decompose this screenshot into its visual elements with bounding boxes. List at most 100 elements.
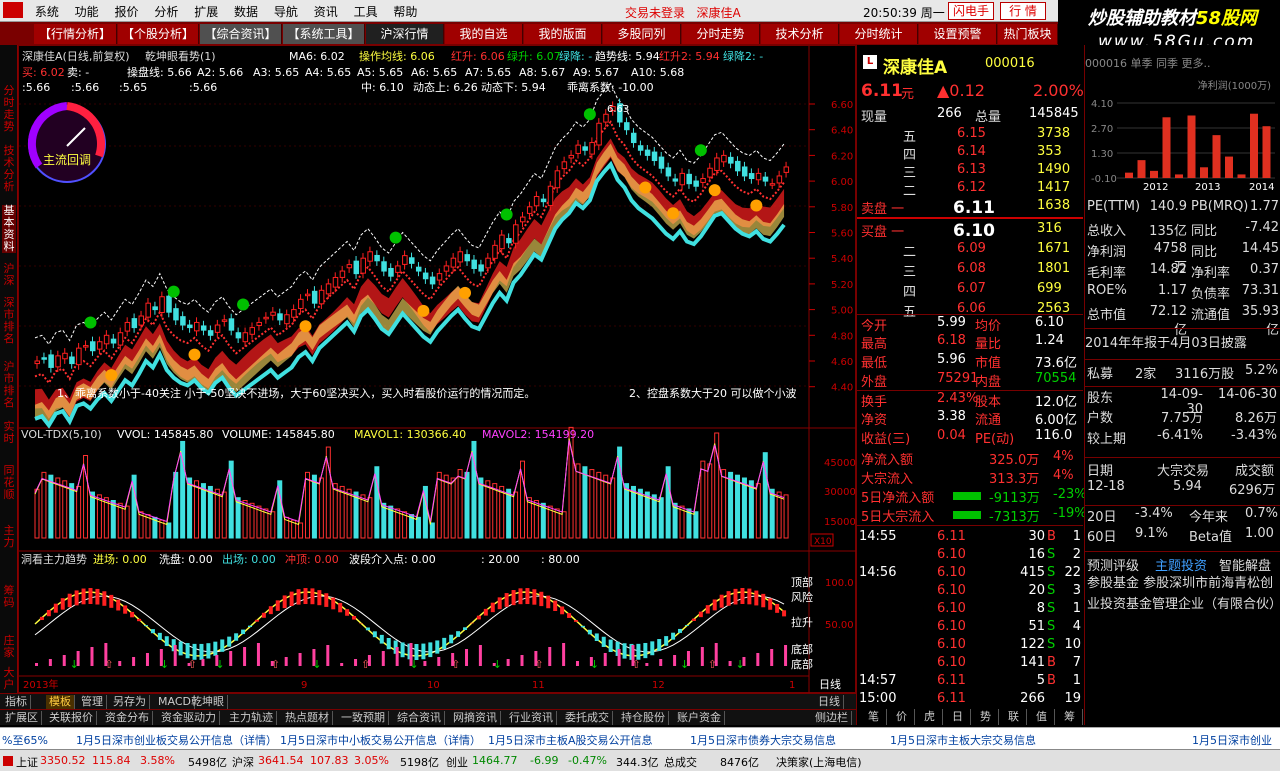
login-status[interactable]: 交易未登录 深康佳A: [625, 4, 741, 21]
ext-tab-0[interactable]: 扩展区: [2, 711, 42, 725]
f10-link-2[interactable]: 智能解盘: [1219, 555, 1271, 574]
nav-sh-rank[interactable]: 沪市排名: [2, 361, 16, 409]
ext-tab-2[interactable]: 资金分布: [102, 711, 153, 725]
nav-sz-rank[interactable]: 深市排名: [2, 297, 16, 345]
tab-intraday-stats[interactable]: 分时统计: [840, 24, 918, 44]
ext-tab-11[interactable]: 持仓股份: [618, 711, 669, 725]
tab-intraday[interactable]: 分时走势: [682, 24, 760, 44]
quote-tab-3[interactable]: 日: [945, 709, 971, 725]
quote-tab-6[interactable]: 值: [1029, 709, 1055, 725]
nav-bigholder[interactable]: 大户: [2, 667, 16, 691]
menu-quote[interactable]: 报价: [109, 0, 145, 20]
f10-header[interactable]: 000016 单季 同季 更多..: [1085, 55, 1280, 73]
nav-chips[interactable]: 筹码: [2, 585, 16, 609]
up-arrow-icon: ⇧: [708, 658, 717, 671]
bid-row-4[interactable]: 四 6.07 699: [857, 281, 1083, 300]
nav-dealer[interactable]: 庄家: [2, 635, 16, 659]
menu-tools[interactable]: 工具: [348, 0, 384, 20]
stat-row: 外盘 75291 内盘 70554: [857, 371, 1083, 390]
menu-extend[interactable]: 扩展: [188, 0, 224, 20]
quote-tab-7[interactable]: 筹: [1057, 709, 1083, 725]
tick-side: B: [1047, 673, 1056, 688]
ask-row-1[interactable]: 卖盘 一 6.11 1638: [857, 198, 1083, 218]
quote-button[interactable]: 行 情: [1000, 2, 1046, 20]
bid-row-3[interactable]: 三 6.08 1801: [857, 261, 1083, 280]
tab-my-watchlist[interactable]: 我的自选: [445, 24, 523, 44]
news-item-3[interactable]: 1月5日深市主板A股交易公开信息: [488, 732, 653, 748]
menu-help[interactable]: 帮助: [387, 0, 423, 20]
f10-link-1[interactable]: 主题投资: [1155, 555, 1207, 574]
quote-tab-5[interactable]: 联: [1001, 709, 1027, 725]
candle-body: [429, 276, 436, 285]
tab-multi-stock[interactable]: 多股同列: [603, 24, 681, 44]
quote-tab-0[interactable]: 笔: [861, 709, 887, 725]
news-item-4[interactable]: 1月5日深市债券大宗交易信息: [690, 732, 836, 748]
news-item-6[interactable]: 1月5日深市创业: [1192, 732, 1272, 748]
candle-body: [506, 238, 512, 244]
chart-title: 深康佳A(日线,前复权): [22, 49, 130, 63]
news-item-2[interactable]: 1月5日深市中小板交易公开信息（详情）: [280, 732, 481, 748]
tab-hs-market[interactable]: 沪深行情: [366, 24, 444, 44]
f10-value: 1.77: [1250, 199, 1279, 214]
nav-technical[interactable]: 技术分析: [2, 145, 16, 193]
nav-basic-info[interactable]: 基本资料: [2, 205, 16, 253]
menu-system[interactable]: 系统: [29, 0, 65, 20]
menu-function[interactable]: 功能: [69, 0, 105, 20]
kline-svg[interactable]: ↓ ↓ ↓ ↓ ↓ ↓ ↓ ↓ ↓⇧ ⇧ ⇧ ⇧ ⇧ ⇧ ⇧ ⇧ 深康佳A(日线,前复权) 乾坤眼看势(1) …: [19, 46, 857, 694]
ind3-bar: [784, 645, 788, 666]
quote-tab-4[interactable]: 势: [973, 709, 999, 725]
ask-row-2[interactable]: 二 6.12 1417: [857, 180, 1083, 199]
nav-main-force[interactable]: 主力: [2, 525, 16, 549]
quote-tab-2[interactable]: 虎: [917, 709, 943, 725]
nav-hs[interactable]: 沪深: [2, 263, 16, 287]
kline-chart-area[interactable]: ↓ ↓ ↓ ↓ ↓ ↓ ↓ ↓ ↓ ⇧ ⇧ ⇧ ⇧ ⇧ ⇧ ⇧ ⇧ 深康佳A(日线,前复权) 乾坤眼看势(1) …: [18, 45, 857, 694]
ext-tab-1[interactable]: 关联报价: [46, 711, 97, 725]
btab-qiankun[interactable]: 乾坤眼: [188, 695, 228, 709]
tab-quote-analysis[interactable]: 【行情分析】: [34, 24, 117, 44]
bid-row-1[interactable]: 买盘 一 6.10 316: [857, 221, 1083, 241]
candle-body: [748, 173, 755, 180]
cycle-label[interactable]: 日线: [819, 677, 841, 691]
tab-my-layout[interactable]: 我的版面: [524, 24, 602, 44]
nav-ths[interactable]: 同花顺: [2, 465, 16, 501]
news-item-0[interactable]: %至65%: [2, 732, 48, 748]
menu-info[interactable]: 资讯: [308, 0, 344, 20]
btab-indicator[interactable]: 指标: [2, 695, 31, 709]
f10-link-0[interactable]: 预测评级: [1087, 555, 1139, 574]
nav-intraday[interactable]: 分时走势: [2, 85, 16, 133]
bid-row-2[interactable]: 二 6.09 1671: [857, 241, 1083, 260]
btab-template[interactable]: 模板: [46, 695, 75, 709]
ext-tab-3[interactable]: 资金驱动力: [158, 711, 220, 725]
tab-stock-analysis[interactable]: 【个股分析】: [118, 24, 199, 44]
menu-data[interactable]: 数据: [228, 0, 264, 20]
btab-manage[interactable]: 管理: [78, 695, 107, 709]
flash-trade-button[interactable]: 闪电手: [948, 2, 994, 20]
tab-system-tools[interactable]: 【系统工具】: [283, 24, 365, 44]
tab-hot-sectors[interactable]: 热门板块: [998, 24, 1058, 44]
ext-tab-5[interactable]: 热点题材: [282, 711, 333, 725]
ext-tab-12[interactable]: 账户资金: [674, 711, 725, 725]
tab-alerts[interactable]: 设置预警: [919, 24, 997, 44]
quote-tab-1[interactable]: 价: [889, 709, 915, 725]
news-item-5[interactable]: 1月5日深市主板大宗交易信息: [890, 732, 1036, 748]
ext-tab-7[interactable]: 综合资讯: [394, 711, 445, 725]
sidebar-button[interactable]: 侧边栏: [812, 711, 852, 725]
day-cycle-button[interactable]: 日线: [815, 695, 844, 709]
menu-nav[interactable]: 导航: [268, 0, 304, 20]
ext-tab-9[interactable]: 行业资讯: [506, 711, 557, 725]
indicator-row2-item: A8: 5.67: [519, 66, 565, 79]
ask-row-5[interactable]: 五 6.15 3738: [857, 126, 1083, 145]
tab-news[interactable]: 【综合资讯】: [200, 24, 282, 44]
menu-analysis[interactable]: 分析: [148, 0, 184, 20]
ext-tab-6[interactable]: 一致预期: [338, 711, 389, 725]
tab-technical[interactable]: 技术分析: [761, 24, 839, 44]
ask-row-3[interactable]: 三 6.13 1490: [857, 162, 1083, 181]
btab-save-as[interactable]: 另存为: [110, 695, 150, 709]
news-item-1[interactable]: 1月5日深市创业板交易公开信息（详情）: [76, 732, 277, 748]
ext-tab-8[interactable]: 网摘资讯: [450, 711, 501, 725]
ext-tab-4[interactable]: 主力轨迹: [226, 711, 277, 725]
volume-bar: [783, 494, 789, 539]
nav-realtime[interactable]: 实时: [2, 421, 16, 445]
ask-row-4[interactable]: 四 6.14 353: [857, 144, 1083, 163]
ext-tab-10[interactable]: 委托成交: [562, 711, 613, 725]
